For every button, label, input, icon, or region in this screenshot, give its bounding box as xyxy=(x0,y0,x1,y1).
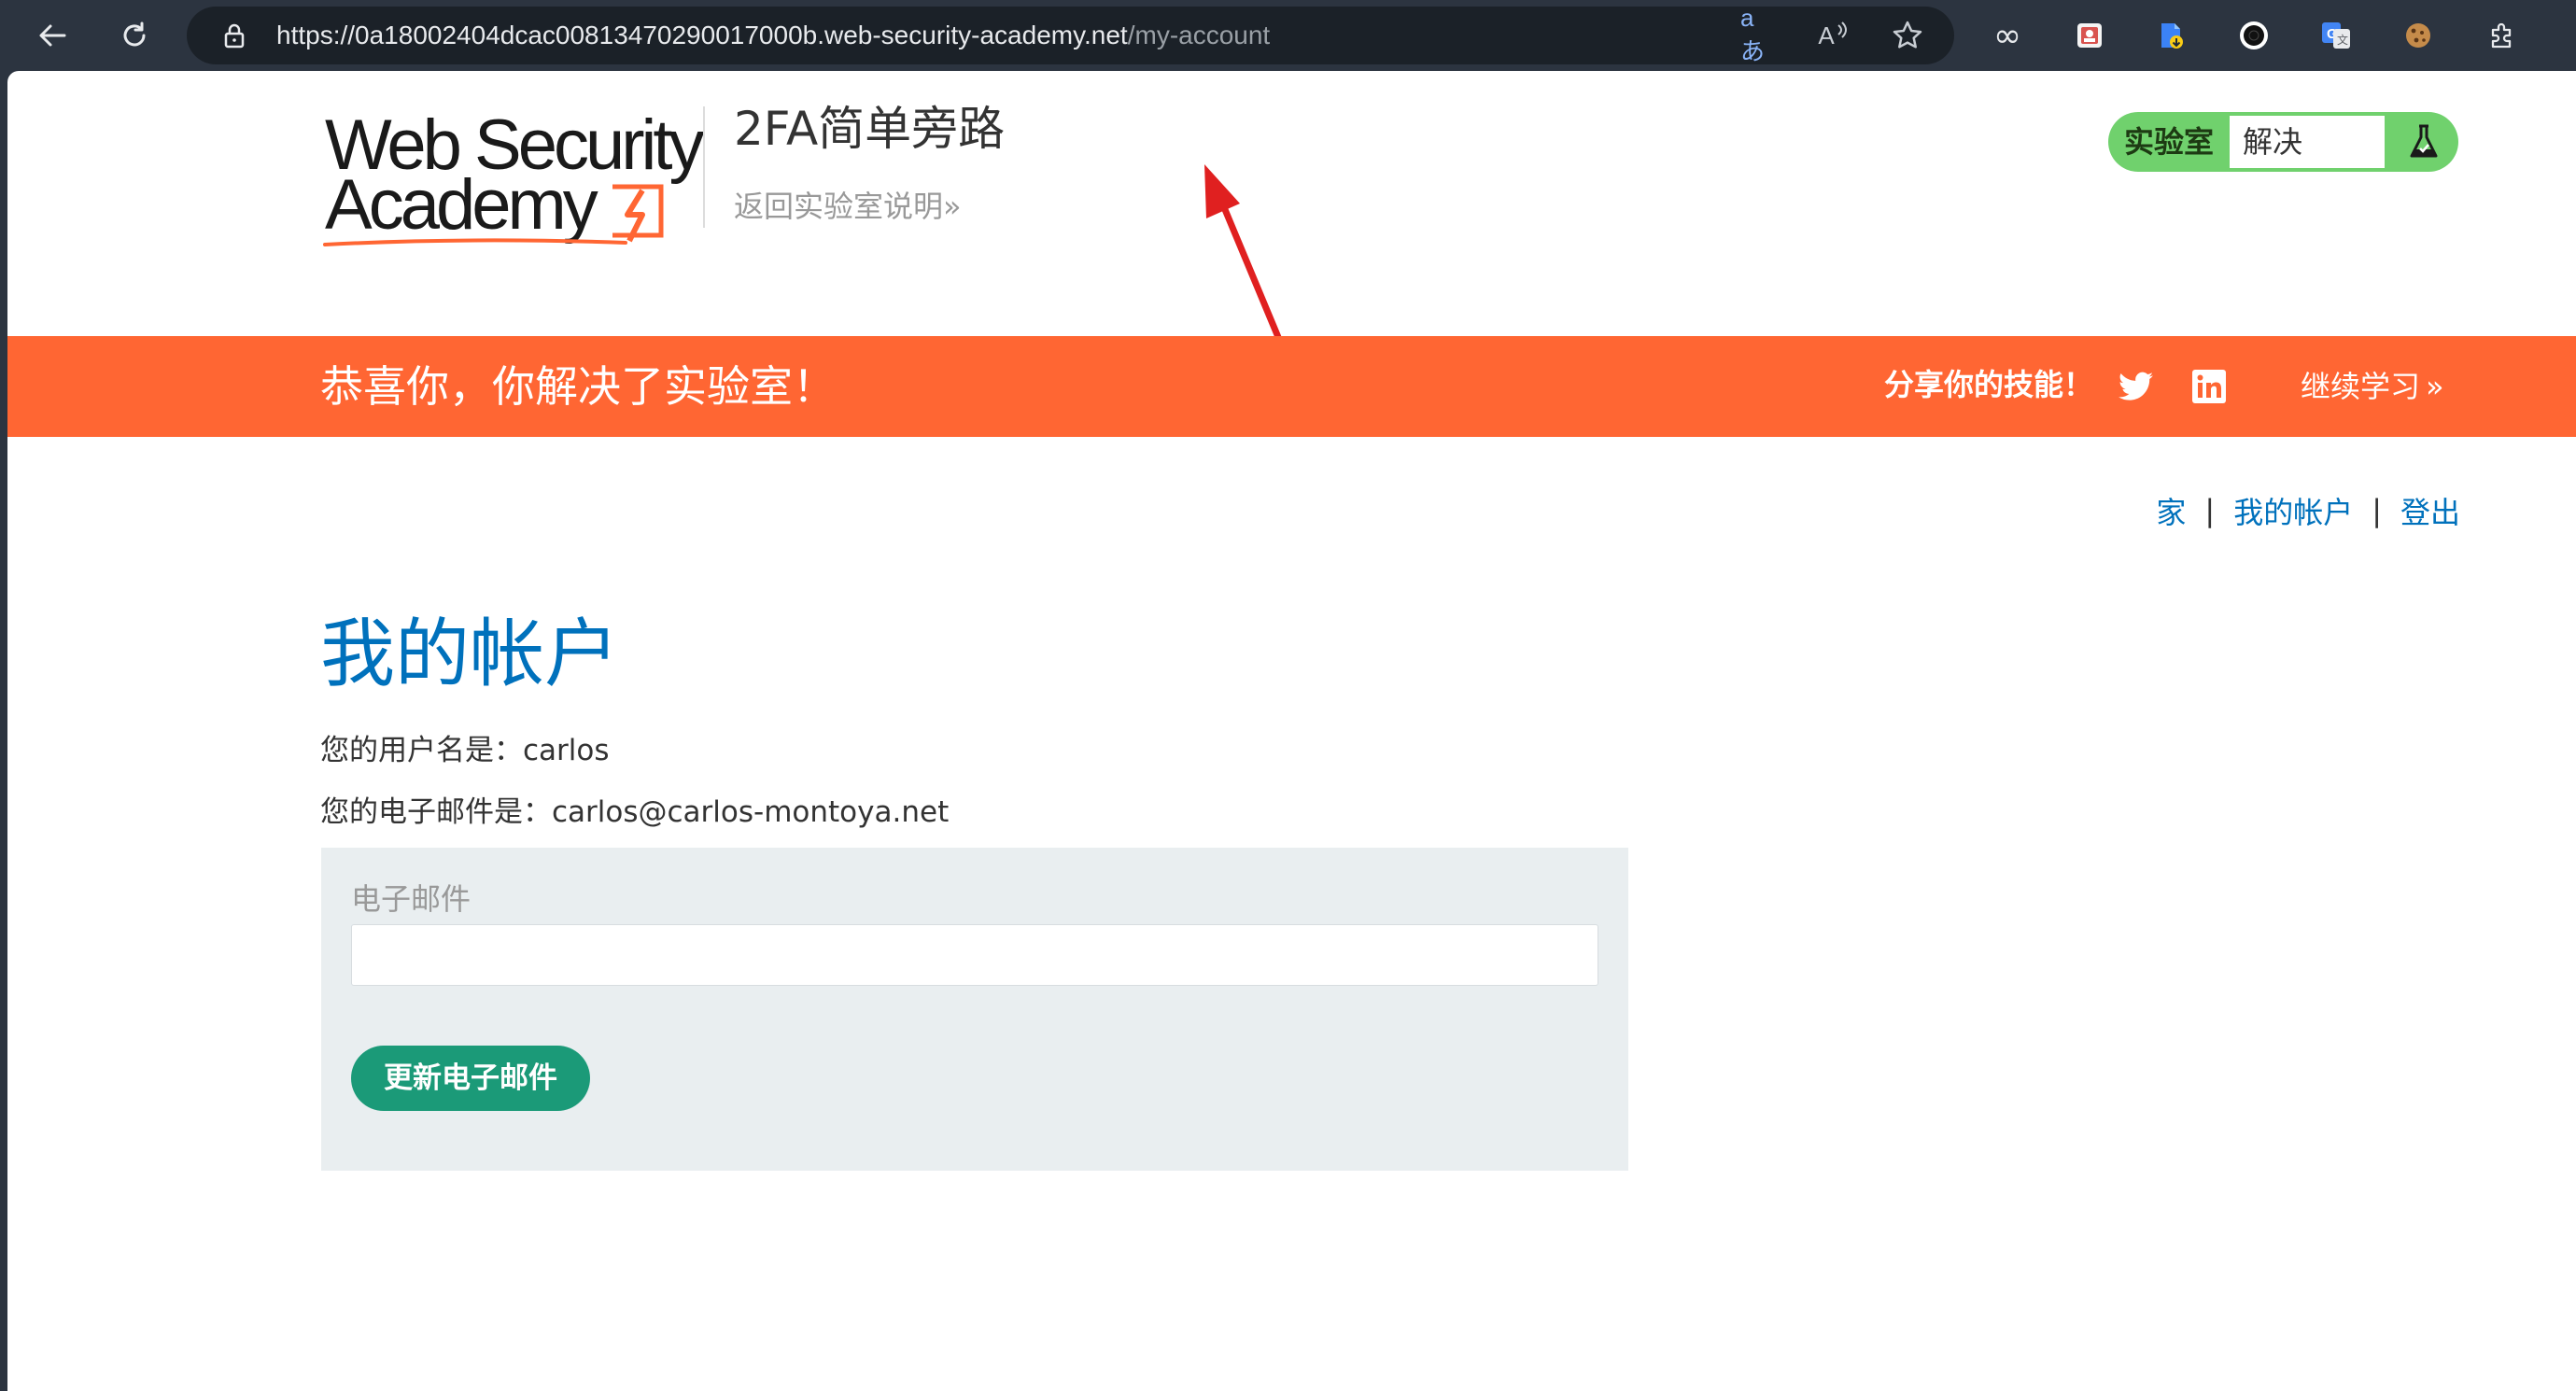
back-icon[interactable] xyxy=(26,9,78,62)
page-viewport: Web Security Academy 2FA简单旁路 返回实验室说明» 实验… xyxy=(7,71,2576,1391)
username-info: 您的用户名是：carlos xyxy=(320,734,610,767)
account-nav: 家 | 我的帐户 | 登出 xyxy=(2156,489,2460,532)
lab-title: 2FA简单旁路 xyxy=(734,102,1006,156)
infinity-extension-icon[interactable]: ∞ xyxy=(1989,17,2026,55)
lab-status-widget: 实验室 解决 xyxy=(2108,112,2458,172)
email-field-label: 电子邮件 xyxy=(351,881,472,917)
logo-underline xyxy=(323,238,627,246)
solved-message: 恭喜你，你解决了实验室！ xyxy=(320,361,836,412)
continue-learning-label: 继续学习 xyxy=(2301,369,2421,404)
translate-extension-icon[interactable]: G文 xyxy=(2317,17,2355,54)
email-info: 您的电子邮件是：carlos@carlos-montoya.net xyxy=(320,795,950,829)
continue-learning-link[interactable]: 继续学习» xyxy=(2301,336,2444,437)
flask-icon xyxy=(2388,112,2458,172)
url-path: /my-account xyxy=(1127,21,1271,49)
update-email-button[interactable]: 更新电子邮件 xyxy=(351,1046,590,1111)
refresh-icon[interactable] xyxy=(108,9,161,62)
browser-toolbar: https://0a18002404dcac00813470290017000b… xyxy=(0,0,2576,71)
read-aloud-icon[interactable]: A xyxy=(1815,19,1851,52)
nav-home-link[interactable]: 家 xyxy=(2156,489,2186,532)
back-link-label: 返回实验室说明 xyxy=(734,189,944,224)
page-title: 我的帐户 xyxy=(320,611,619,697)
lock-icon[interactable] xyxy=(220,21,248,49)
read-aloud-glyph: A xyxy=(1818,21,1835,49)
chevron-right-icon: » xyxy=(943,189,962,224)
twitter-icon[interactable] xyxy=(2118,368,2155,405)
back-to-lab-description-link[interactable]: 返回实验室说明» xyxy=(734,183,962,226)
extensions-puzzle-icon[interactable] xyxy=(2484,17,2521,54)
chevron-right-icon: » xyxy=(2426,369,2444,404)
url-host: https://0a18002404dcac00813470290017000b… xyxy=(276,21,1128,49)
translate-icon[interactable]: aあ xyxy=(1740,4,1776,65)
nav-logout-link[interactable]: 登出 xyxy=(2400,489,2460,532)
extension-icon[interactable] xyxy=(2153,17,2190,54)
cookie-extension-icon[interactable] xyxy=(2400,17,2437,54)
nav-separator: | xyxy=(2204,493,2216,528)
nav-my-account-link[interactable]: 我的帐户 xyxy=(2233,489,2353,532)
extension-icon[interactable] xyxy=(2071,17,2108,54)
lab-status-label: 实验室 xyxy=(2123,124,2214,160)
linkedin-icon[interactable] xyxy=(2190,368,2228,405)
web-security-academy-logo[interactable]: Web Security Academy xyxy=(323,108,708,248)
header-divider xyxy=(703,106,705,228)
annotation-arrow xyxy=(1204,164,1288,357)
svg-text:文: 文 xyxy=(2337,33,2348,47)
lab-status-value: 解决 xyxy=(2230,116,2385,168)
change-email-form: 电子邮件 更新电子邮件 xyxy=(321,848,1628,1171)
url-text[interactable]: https://0a18002404dcac00813470290017000b… xyxy=(276,7,1270,64)
share-skills-label: 分享你的技能！ xyxy=(1884,367,2094,402)
favorite-star-icon[interactable] xyxy=(1890,19,1925,52)
email-field[interactable] xyxy=(351,924,1598,986)
solved-banner: 恭喜你，你解决了实验室！ 分享你的技能！ 继续学习» xyxy=(7,336,2576,437)
extension-icon[interactable] xyxy=(2235,17,2273,54)
nav-separator: | xyxy=(2372,493,2382,528)
address-bar[interactable]: https://0a18002404dcac00813470290017000b… xyxy=(187,4,1954,65)
logo-line-2: Academy xyxy=(325,165,598,245)
